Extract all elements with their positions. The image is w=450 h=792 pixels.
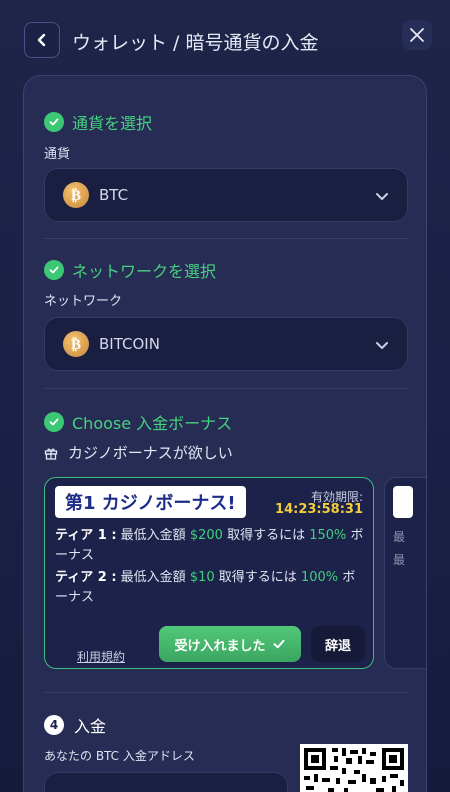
bonus-step-header: Choose 入金ボーナス bbox=[44, 410, 232, 434]
content-fade bbox=[45, 598, 373, 628]
close-button[interactable] bbox=[402, 20, 432, 50]
deposit-step-title: 入金 bbox=[74, 717, 107, 736]
check-icon bbox=[273, 639, 284, 649]
tier-percent: 150% bbox=[309, 528, 347, 543]
tier-label: ティア 1 : bbox=[55, 528, 117, 543]
peek-text: 最 bbox=[393, 530, 406, 544]
expiry-countdown: 14:23:58:31 bbox=[275, 502, 363, 517]
check-icon bbox=[44, 412, 64, 432]
bonus-badge: 第1 カジノボーナス! bbox=[55, 486, 246, 518]
tier-amount: $200 bbox=[189, 528, 223, 543]
accept-button-label: 受け入れました bbox=[174, 638, 266, 654]
network-select[interactable]: ₿ BITCOIN bbox=[44, 317, 408, 371]
currency-step-header: 通貨を選択 bbox=[44, 110, 152, 134]
currency-selected-value: BTC bbox=[99, 186, 129, 204]
tier-min-deposit-text: 最低入金額 bbox=[120, 528, 186, 543]
bonus-tier-1: ティア 1 : 最低入金額 $200 取得するには 150% ボーナス bbox=[55, 526, 365, 566]
currency-step-title: 通貨を選択 bbox=[72, 114, 153, 133]
page-title: ウォレット / 暗号通貨の入金 bbox=[72, 32, 319, 54]
currency-select[interactable]: ₿ BTC bbox=[44, 168, 408, 222]
bonus-step-title: Choose 入金ボーナス bbox=[72, 414, 233, 433]
bonus-type-label: カジノボーナスが欲しい bbox=[68, 444, 233, 462]
network-step-title: ネットワークを選択 bbox=[72, 262, 217, 281]
next-bonus-card[interactable]: 最 最 bbox=[384, 477, 426, 669]
tier-percent: 100% bbox=[300, 570, 339, 585]
divider bbox=[44, 388, 408, 389]
accept-bonus-button[interactable]: 受け入れました bbox=[159, 626, 301, 662]
bitcoin-icon: ₿ bbox=[63, 331, 89, 357]
network-selected-value: BITCOIN bbox=[99, 335, 160, 353]
header: ウォレット / 暗号通貨の入金 bbox=[0, 0, 450, 78]
network-step-header: ネットワークを選択 bbox=[44, 258, 216, 282]
tier-mid-text: 取得するには bbox=[227, 528, 306, 543]
network-field-label: ネットワーク bbox=[44, 294, 123, 309]
deposit-step-header: 4 入金 bbox=[44, 713, 106, 737]
peek-text: 最 bbox=[393, 553, 406, 567]
deposit-address-field[interactable] bbox=[44, 772, 288, 792]
qr-code-icon bbox=[300, 744, 408, 792]
bonus-badge bbox=[393, 486, 413, 518]
chevron-down-icon bbox=[376, 193, 388, 200]
step-number: 4 bbox=[44, 715, 64, 735]
tier-label: ティア 2 : bbox=[55, 570, 117, 585]
bonus-card[interactable]: 第1 カジノボーナス! 有効期限: 14:23:58:31 ティア 1 : 最低… bbox=[44, 477, 374, 669]
tier-mid-text: 取得するには bbox=[218, 570, 297, 585]
divider bbox=[44, 692, 408, 693]
tier-amount: $10 bbox=[189, 570, 215, 585]
gift-icon bbox=[44, 448, 58, 460]
divider bbox=[44, 238, 408, 239]
chevron-left-icon bbox=[37, 33, 46, 47]
deposit-panel: 通貨を選択 通貨 ₿ BTC ネットワークを選択 ネットワーク ₿ BITCOI… bbox=[23, 75, 427, 792]
decline-bonus-button[interactable]: 辞退 bbox=[311, 626, 365, 662]
deposit-address-label: あなたの BTC 入金アドレス bbox=[44, 749, 195, 763]
check-icon bbox=[44, 112, 64, 132]
terms-link[interactable]: 利用規約 bbox=[77, 648, 125, 665]
check-icon bbox=[44, 260, 64, 280]
close-icon bbox=[410, 28, 424, 42]
tier-min-deposit-text: 最低入金額 bbox=[120, 570, 186, 585]
bitcoin-icon: ₿ bbox=[63, 182, 89, 208]
currency-field-label: 通貨 bbox=[44, 147, 71, 162]
bonus-type-row: カジノボーナスが欲しい bbox=[44, 442, 233, 463]
chevron-down-icon bbox=[376, 342, 388, 349]
back-button[interactable] bbox=[24, 22, 60, 58]
